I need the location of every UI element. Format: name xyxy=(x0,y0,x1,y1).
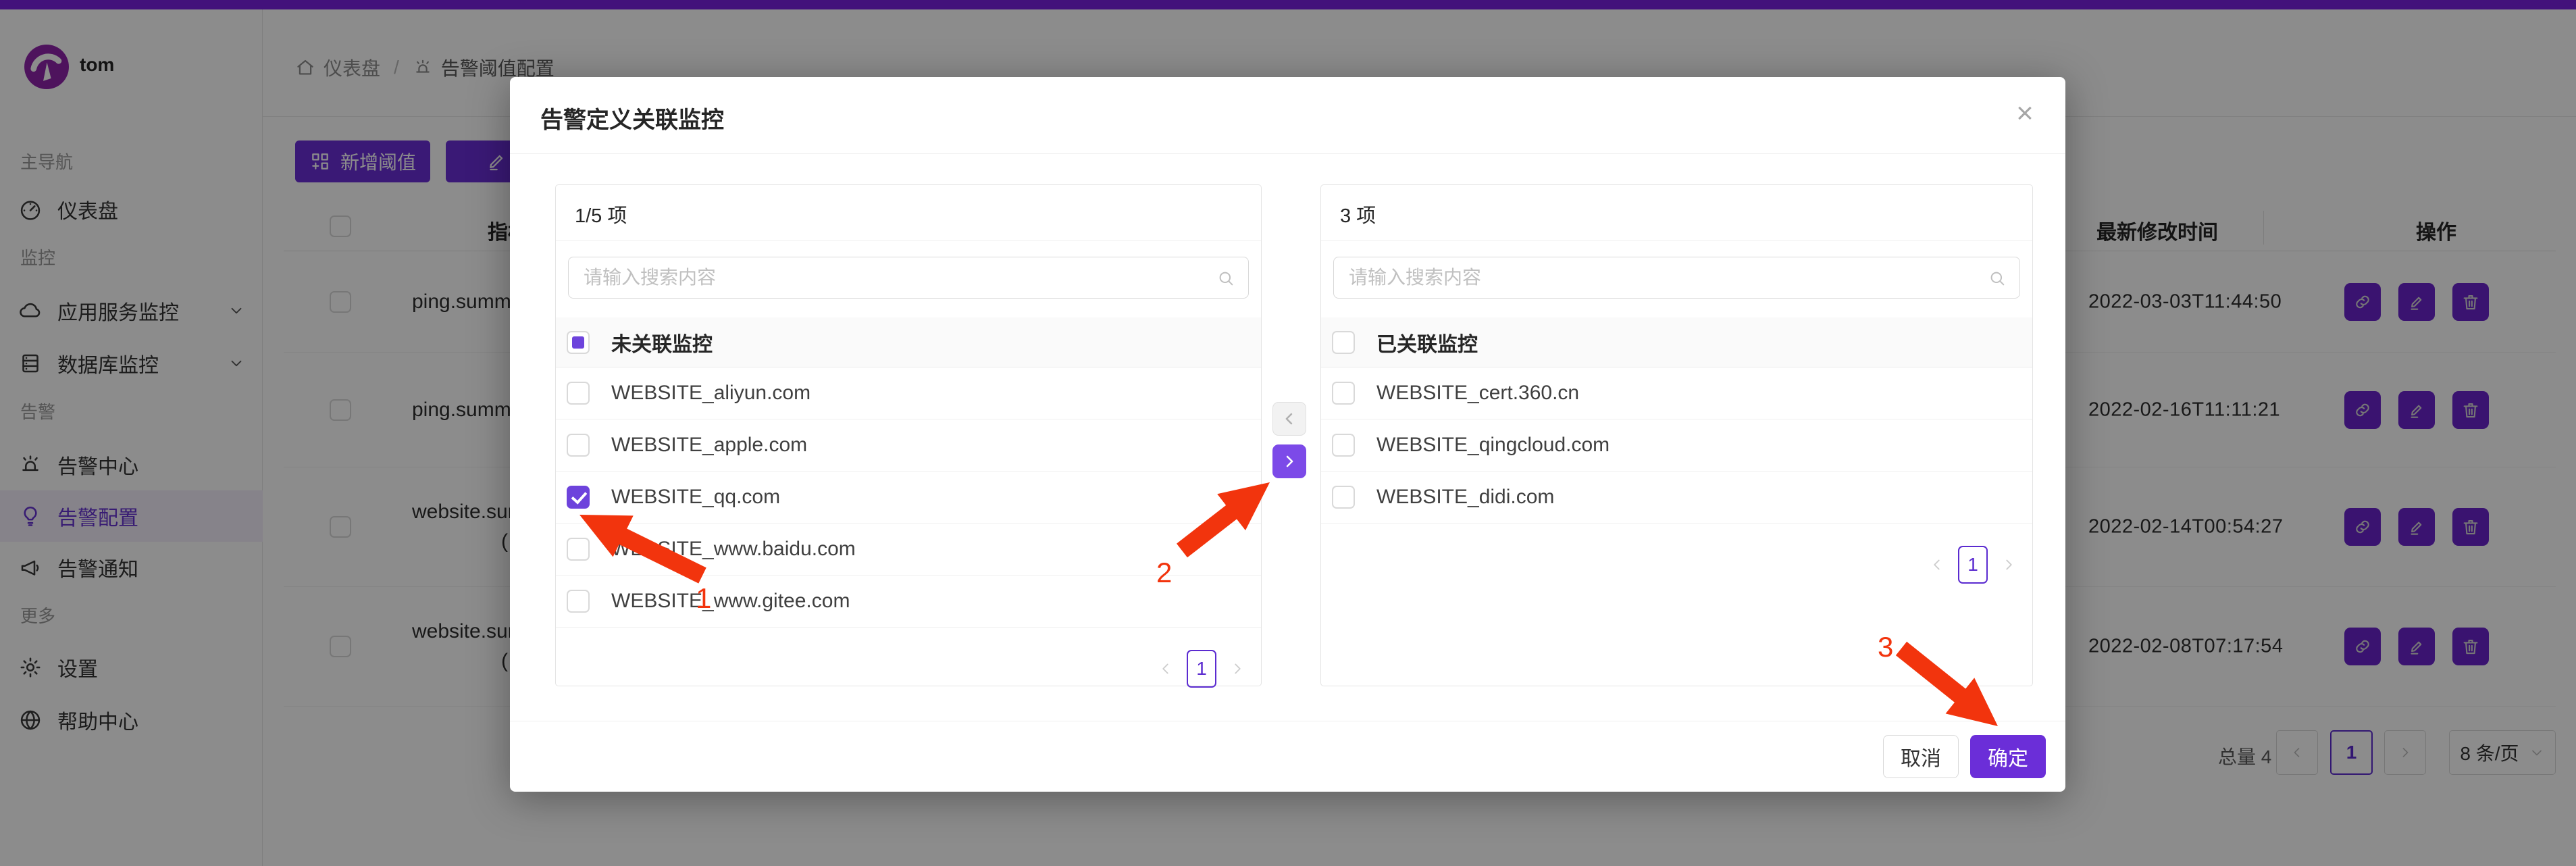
confirm-button[interactable]: 确定 xyxy=(1970,735,2046,778)
close-icon[interactable]: × xyxy=(2007,96,2042,131)
item-label: WEBSITE_www.baidu.com xyxy=(611,538,856,561)
item-checkbox[interactable] xyxy=(567,382,590,405)
chevron-right-icon[interactable] xyxy=(1229,660,1246,678)
right-select-all-checkbox[interactable] xyxy=(1332,331,1355,354)
right-list-header: 已关联监控 xyxy=(1321,317,2032,367)
list-item[interactable]: WEBSITE_www.gitee.com xyxy=(556,576,1261,628)
item-label: WEBSITE_apple.com xyxy=(611,434,807,457)
right-search-input[interactable] xyxy=(1333,257,2020,299)
panel-divider xyxy=(556,240,1261,241)
chevron-right-icon[interactable] xyxy=(2000,556,2017,574)
modal-header-divider xyxy=(510,153,2065,154)
list-item[interactable]: WEBSITE_qingcloud.com xyxy=(1321,419,2032,472)
item-checkbox[interactable] xyxy=(567,538,590,561)
modal-title: 告警定义关联监控 xyxy=(540,101,724,134)
list-item[interactable]: WEBSITE_apple.com xyxy=(556,419,1261,472)
left-search-input[interactable] xyxy=(568,257,1249,299)
item-checkbox[interactable] xyxy=(1332,486,1355,509)
chevron-left-icon[interactable] xyxy=(1928,556,1946,574)
chevron-right-icon xyxy=(1280,452,1299,471)
item-checkbox[interactable] xyxy=(1332,382,1355,405)
cancel-button[interactable]: 取消 xyxy=(1883,735,1959,778)
item-checkbox[interactable] xyxy=(1332,434,1355,457)
right-current-page[interactable]: 1 xyxy=(1958,546,1988,584)
right-panel-pagination: 1 xyxy=(1928,546,2017,584)
panel-divider xyxy=(1321,240,2032,241)
right-selected-count: 3 项 xyxy=(1340,200,1376,228)
list-item[interactable]: WEBSITE_aliyun.com xyxy=(556,367,1261,419)
item-label: WEBSITE_www.gitee.com xyxy=(611,590,850,613)
list-item[interactable]: WEBSITE_qq.com xyxy=(556,472,1261,524)
item-label: WEBSITE_qq.com xyxy=(611,486,780,509)
search-icon xyxy=(1216,269,1235,288)
chevron-left-icon xyxy=(1280,409,1299,428)
item-checkbox[interactable] xyxy=(567,590,590,613)
item-label: WEBSITE_aliyun.com xyxy=(611,382,810,405)
left-select-all-checkbox[interactable] xyxy=(567,331,590,354)
transfer-to-left-button[interactable] xyxy=(1272,402,1306,436)
associate-monitor-modal: 告警定义关联监控 × 1/5 项 未关联监控 WEBSITE_aliyun.co… xyxy=(510,77,2065,792)
transfer-panel-linked: 3 项 已关联监控 WEBSITE_cert.360.cn WEBSITE_qi… xyxy=(1320,184,2033,686)
list-item[interactable]: WEBSITE_www.baidu.com xyxy=(556,524,1261,576)
transfer-panel-unlinked: 1/5 项 未关联监控 WEBSITE_aliyun.com WEBSITE_a… xyxy=(555,184,1262,686)
right-list-title: 已关联监控 xyxy=(1376,328,1478,357)
item-checkbox[interactable] xyxy=(567,434,590,457)
left-list-header: 未关联监控 xyxy=(556,317,1261,367)
left-panel-pagination: 1 xyxy=(1157,650,1246,688)
list-item[interactable]: WEBSITE_cert.360.cn xyxy=(1321,367,2032,419)
item-checkbox-checked[interactable] xyxy=(567,486,590,509)
left-selected-count: 1/5 项 xyxy=(575,200,627,228)
transfer-to-right-button[interactable] xyxy=(1272,444,1306,478)
item-label: WEBSITE_qingcloud.com xyxy=(1376,434,1609,457)
search-icon xyxy=(1988,269,2007,288)
left-list-title: 未关联监控 xyxy=(611,328,713,357)
left-current-page[interactable]: 1 xyxy=(1187,650,1216,688)
item-label: WEBSITE_didi.com xyxy=(1376,486,1554,509)
item-label: WEBSITE_cert.360.cn xyxy=(1376,382,1579,405)
chevron-left-icon[interactable] xyxy=(1157,660,1175,678)
list-item[interactable]: WEBSITE_didi.com xyxy=(1321,472,2032,524)
